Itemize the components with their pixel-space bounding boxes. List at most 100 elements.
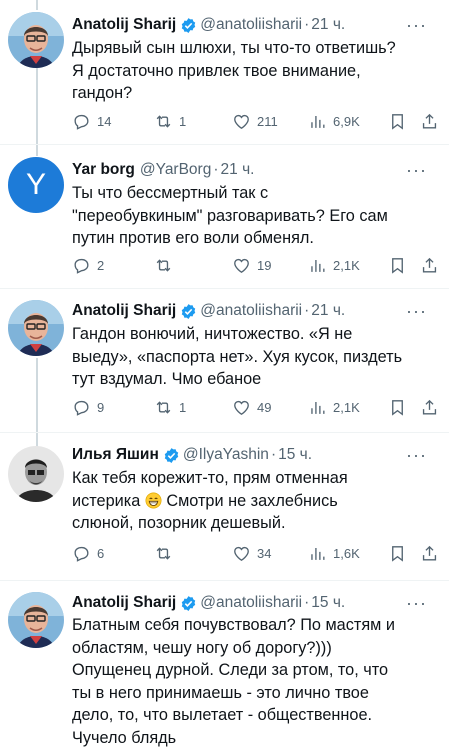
share-icon [422,399,437,415]
like-button[interactable]: 211 [232,112,278,131]
bookmark-button[interactable] [388,398,407,417]
avatar[interactable] [8,12,64,68]
reply-button[interactable]: 14 [72,112,111,131]
retweet-button[interactable]: 1 [154,112,186,131]
share-button[interactable] [420,544,439,563]
more-options-icon[interactable]: ··· [406,301,427,322]
tweet-text: Дырявый сын шлюхи, ты что-то ответишь? Я… [72,39,396,102]
bookmark-icon [392,113,403,130]
reply-button[interactable]: 6 [72,544,104,563]
retweet-button[interactable] [154,544,173,563]
avatar[interactable] [8,446,64,502]
reply-count: 14 [97,113,112,129]
bookmark-icon [392,545,403,562]
retweet-button[interactable] [154,256,173,275]
share-button[interactable] [420,398,439,417]
views-button[interactable]: 6,9K [308,112,360,131]
share-icon [422,545,437,561]
reply-count: 9 [97,399,105,415]
tweet-text: Как тебя корежит-то, прям отменная истер… [72,469,348,532]
divider [0,580,449,581]
bookmark-button[interactable] [388,112,407,131]
like-button[interactable]: 19 [232,256,271,275]
share-icon [422,257,437,273]
divider [0,288,449,289]
bar-chart-icon [311,115,325,128]
separator-dot: · [304,302,310,319]
tweet-text: Гандон вонючий, ничтожество. «Я не выеду… [72,325,403,388]
tweet[interactable]: Anatolij Sharij @anatoliisharii · 15 ч. … [0,590,449,749]
more-options-icon[interactable]: ··· [406,445,427,466]
views-button[interactable]: 2,1K [308,398,360,417]
more-options-icon[interactable]: ··· [406,593,427,614]
bar-chart-icon [311,547,325,560]
separator-dot: · [304,16,310,33]
view-count: 1,6K [333,545,360,561]
verified-badge-icon [180,17,197,34]
avatar-letter: Y [25,168,46,201]
timestamp[interactable]: 21 ч. [311,302,345,320]
like-button[interactable]: 49 [232,398,271,417]
more-options-icon[interactable]: ··· [406,160,427,181]
retweet-count: 1 [179,113,187,129]
reply-icon [74,114,89,130]
bookmark-button[interactable] [388,256,407,275]
retweet-count: 1 [179,399,187,415]
view-count: 2,1K [333,399,360,415]
avatar[interactable] [8,592,64,648]
view-count: 6,9K [333,113,360,129]
timestamp[interactable]: 21 ч. [221,161,255,179]
verified-badge-icon [180,303,197,320]
like-count: 211 [257,113,278,129]
bookmark-icon [392,257,403,274]
avatar[interactable]: Y [8,157,64,213]
like-button[interactable]: 34 [232,544,271,563]
avatar[interactable] [8,300,64,356]
heart-icon [234,400,249,415]
like-count: 34 [257,545,272,561]
author-name[interactable]: Anatolij Sharij [72,594,176,612]
reply-icon [74,546,89,562]
timestamp[interactable]: 15 ч. [311,594,345,612]
retweet-icon [156,114,171,128]
reply-button[interactable]: 9 [72,398,104,417]
tweet[interactable]: Anatolij Sharij @anatoliisharii · 21 ч. … [0,298,449,428]
author-handle[interactable]: @anatoliisharii [200,302,302,320]
share-button[interactable] [420,112,439,131]
timestamp[interactable]: 21 ч. [311,16,345,34]
timestamp[interactable]: 15 ч. [278,446,312,464]
author-handle[interactable]: @anatoliisharii [200,594,302,612]
separator-dot: · [304,594,310,611]
heart-icon [234,114,249,129]
retweet-button[interactable]: 1 [154,398,186,417]
retweet-icon [156,400,171,414]
bookmark-icon [392,399,403,416]
divider [0,144,449,145]
reply-button[interactable]: 2 [72,256,104,275]
heart-icon [234,258,249,273]
author-name[interactable]: Anatolij Sharij [72,302,176,320]
tweet[interactable]: Илья Яшин @IlyaYashin · 15 ч. ··· Как те… [0,442,449,582]
views-button[interactable]: 1,6K [308,544,360,563]
author-handle[interactable]: @anatoliisharii [200,16,302,34]
reply-count: 6 [97,545,105,561]
author-handle[interactable]: @IlyaYashin [183,446,269,464]
tweet[interactable]: Anatolij Sharij @anatoliisharii · 21 ч. … [0,12,449,152]
share-icon [422,113,437,129]
bookmark-button[interactable] [388,544,407,563]
verified-badge-icon [180,595,197,612]
retweet-icon [156,258,171,272]
tweet-text: Ты что бессмертный так с "переобувкиным"… [72,184,388,247]
share-button[interactable] [420,256,439,275]
author-handle[interactable]: @YarBorg [140,161,211,179]
views-button[interactable]: 2,1K [308,256,360,275]
separator-dot: · [270,446,277,463]
more-options-icon[interactable]: ··· [406,15,427,36]
author-name[interactable]: Anatolij Sharij [72,16,176,34]
tweet[interactable]: Y Yar borg @YarBorg · 21 ч. ··· Ты что б… [0,157,449,287]
author-name[interactable]: Илья Яшин [72,446,159,464]
tweet-text: Блатным себя почувствовал? По мастям и о… [72,616,395,747]
like-count: 19 [257,257,272,273]
bar-chart-icon [311,401,325,414]
author-name[interactable]: Yar borg [72,161,135,179]
